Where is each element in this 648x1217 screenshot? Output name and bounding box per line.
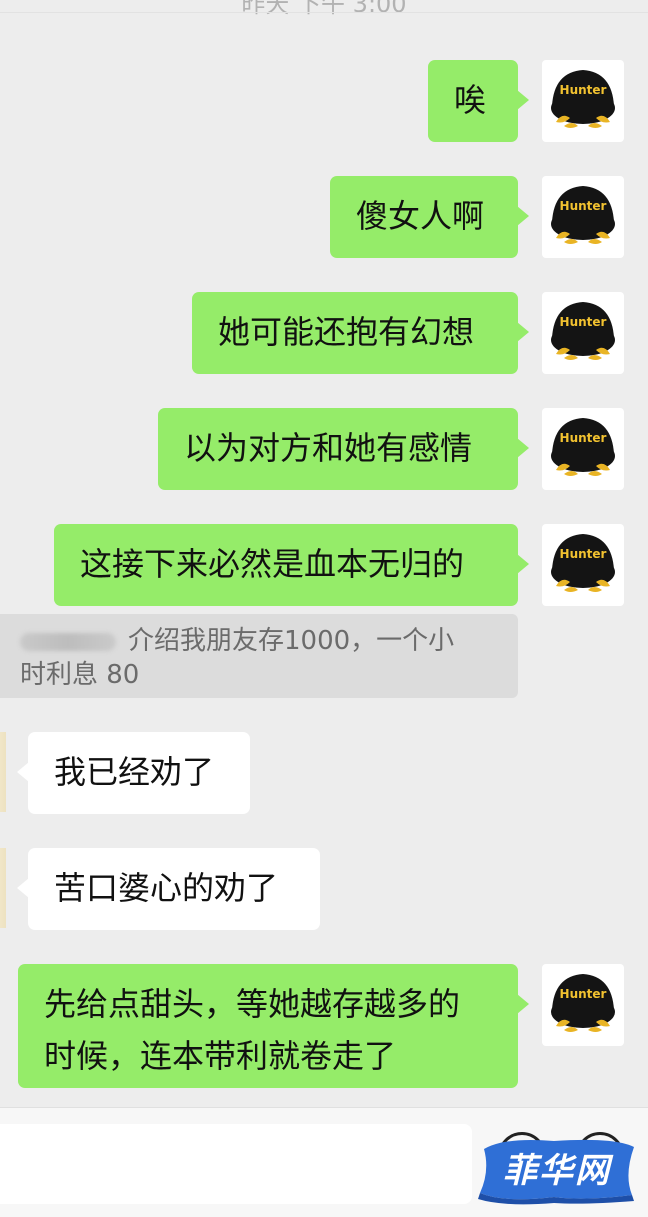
watermark-text: 菲华网 xyxy=(503,1151,611,1191)
message-text: 傻女人啊 xyxy=(356,197,485,235)
message-text: 她可能还抱有幻想 xyxy=(218,313,475,351)
hunter-cap-icon: Hunter xyxy=(551,302,615,360)
my-avatar[interactable]: Hunter xyxy=(542,524,624,606)
quoted-message[interactable]: 介绍我朋友存1000，一个小 时利息 80 xyxy=(0,614,518,698)
hat-text: Hunter xyxy=(560,431,607,445)
received-message-bubble[interactable]: 我已经劝了 xyxy=(17,732,250,814)
my-avatar[interactable]: Hunter xyxy=(542,964,624,1046)
hat-text: Hunter xyxy=(560,987,607,1001)
contact-avatar[interactable] xyxy=(0,848,6,928)
sent-message-bubble[interactable]: 先给点甜头，等她越存越多的 时候，连本带利就卷走了 xyxy=(18,964,529,1088)
my-avatar[interactable]: Hunter xyxy=(542,292,624,374)
hunter-cap-icon: Hunter xyxy=(551,534,615,592)
message-text: 唉 xyxy=(454,81,487,119)
quote-text: 介绍我朋友存1000，一个小 xyxy=(128,626,455,656)
sent-message-bubble[interactable]: 这接下来必然是血本无归的 xyxy=(54,524,529,606)
my-avatar[interactable]: Hunter xyxy=(542,408,624,490)
hat-text: Hunter xyxy=(560,547,607,561)
hunter-cap-icon: Hunter xyxy=(551,974,615,1032)
quote-line-2: 时利息 80 xyxy=(20,660,140,690)
hunter-cap-icon: Hunter xyxy=(551,186,615,244)
blurred-name xyxy=(20,632,116,651)
my-avatar[interactable]: Hunter xyxy=(542,60,624,142)
message-text: 苦口婆心的劝了 xyxy=(54,869,279,907)
message-timestamp: 昨天 下午 3:00 xyxy=(241,0,407,16)
sent-message-bubble[interactable]: 她可能还抱有幻想 xyxy=(192,292,529,374)
hat-text: Hunter xyxy=(560,199,607,213)
sent-message-bubble[interactable]: 以为对方和她有感情 xyxy=(158,408,529,490)
quote-line-1: 介绍我朋友存1000，一个小 xyxy=(20,624,500,658)
hat-text: Hunter xyxy=(560,315,607,329)
sent-message-bubble[interactable]: 唉 xyxy=(428,60,529,142)
message-text: 这接下来必然是血本无归的 xyxy=(80,545,465,583)
site-watermark: 菲华网 xyxy=(474,1135,640,1205)
contact-avatar[interactable] xyxy=(0,732,6,812)
message-text-line-2: 时候，连本带利就卷走了 xyxy=(44,1037,397,1075)
divider xyxy=(0,12,648,13)
message-input[interactable] xyxy=(0,1124,472,1204)
sent-message-bubble[interactable]: 傻女人啊 xyxy=(330,176,529,258)
hat-text: Hunter xyxy=(560,83,607,97)
received-message-bubble[interactable]: 苦口婆心的劝了 xyxy=(17,848,320,930)
chat-screen: 昨天 下午 3:00 唉 Hunter 傻女人啊 Hunter 她可能还抱有幻想 xyxy=(0,0,648,1217)
message-text: 我已经劝了 xyxy=(54,753,215,791)
hunter-cap-icon: Hunter xyxy=(551,418,615,476)
message-text: 以为对方和她有感情 xyxy=(184,429,473,467)
my-avatar[interactable]: Hunter xyxy=(542,176,624,258)
message-text-line-1: 先给点甜头，等她越存越多的 xyxy=(44,985,461,1023)
hunter-cap-icon: Hunter xyxy=(551,70,615,128)
